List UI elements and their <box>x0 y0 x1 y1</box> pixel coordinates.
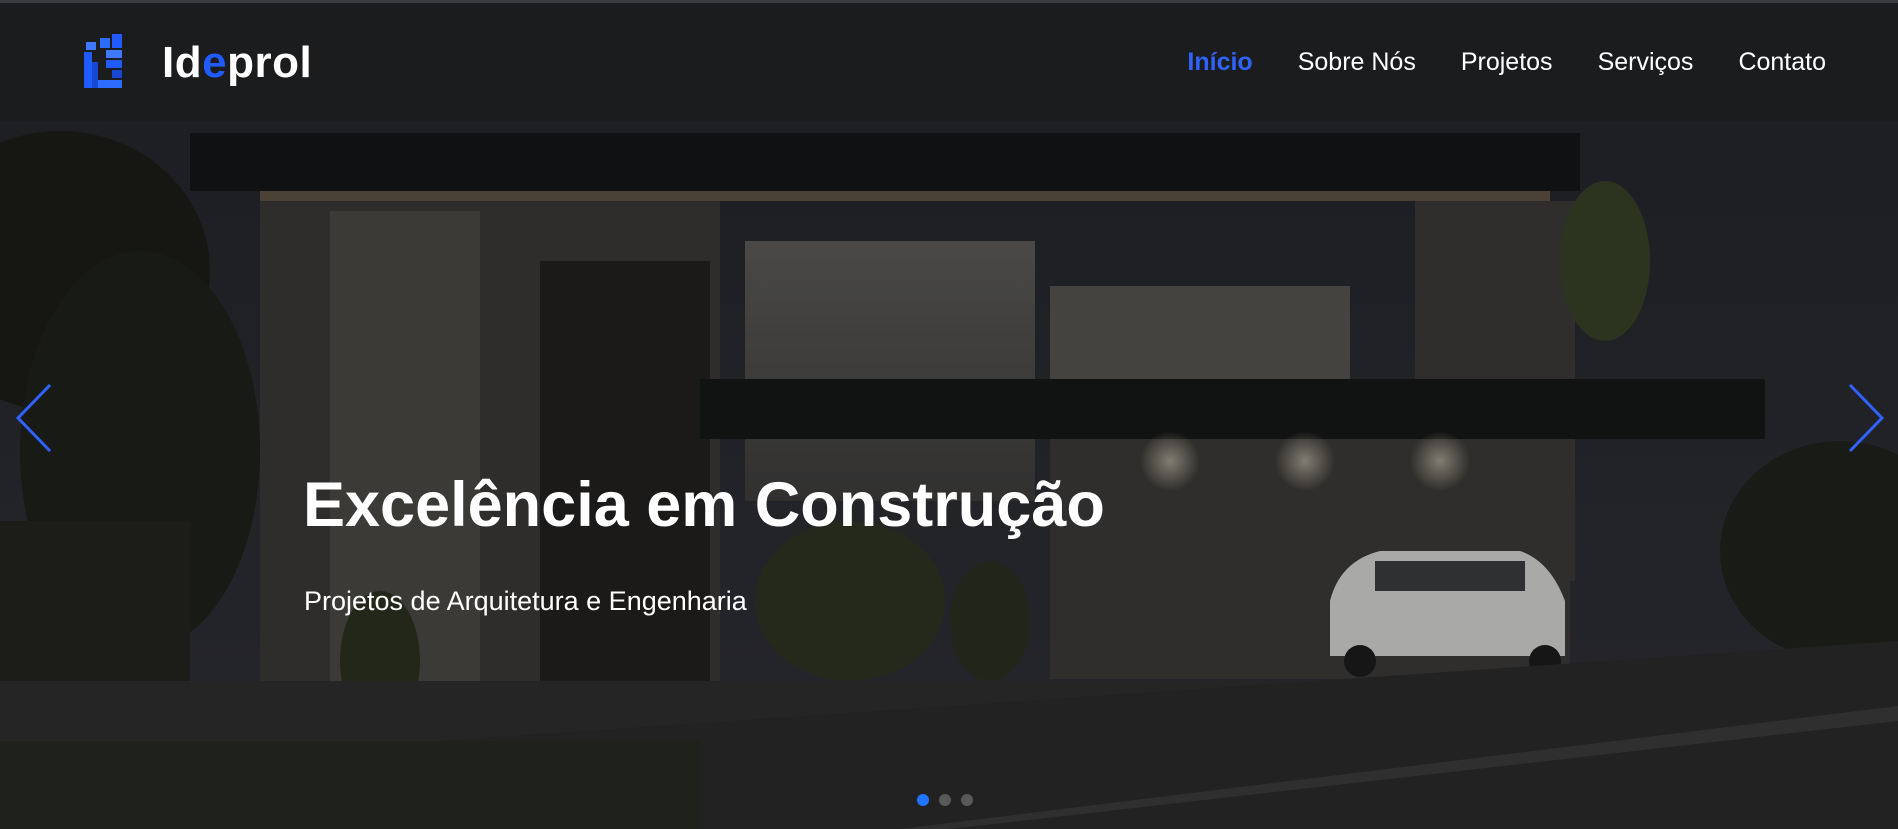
brand-name-part: Id <box>162 38 203 87</box>
brand-name-accent: e <box>202 38 228 87</box>
nav-link-servicos[interactable]: Serviços <box>1598 47 1694 77</box>
carousel-indicator[interactable] <box>939 794 951 806</box>
carousel-indicator[interactable] <box>917 794 929 806</box>
carousel-indicator[interactable] <box>961 794 973 806</box>
brand-name: Ideprol <box>162 41 312 85</box>
nav-link-contato[interactable]: Contato <box>1738 47 1826 77</box>
chevron-left-icon <box>15 383 52 453</box>
nav-link-projetos[interactable]: Projetos <box>1461 47 1553 77</box>
logo[interactable]: Ideprol <box>82 31 312 95</box>
nav-link-inicio[interactable]: Início <box>1187 47 1252 77</box>
hero-carousel: Excelência em Construção Projetos de Arq… <box>0 121 1898 829</box>
chevron-right-icon <box>1848 383 1885 453</box>
carousel-indicators <box>917 794 973 806</box>
carousel-next-button[interactable] <box>1846 383 1886 453</box>
hero-subtitle: Projetos de Arquitetura e Engenharia <box>304 586 747 616</box>
brand-name-part: prol <box>227 38 313 87</box>
hero-title: Excelência em Construção <box>303 470 1105 540</box>
building-blocks-icon <box>84 34 122 88</box>
navbar: Ideprol Início Sobre Nós Projetos Serviç… <box>0 3 1898 121</box>
main-nav: Início Sobre Nós Projetos Serviços Conta… <box>1187 47 1826 77</box>
carousel-prev-button[interactable] <box>14 383 54 453</box>
nav-link-sobre-nos[interactable]: Sobre Nós <box>1298 47 1416 77</box>
